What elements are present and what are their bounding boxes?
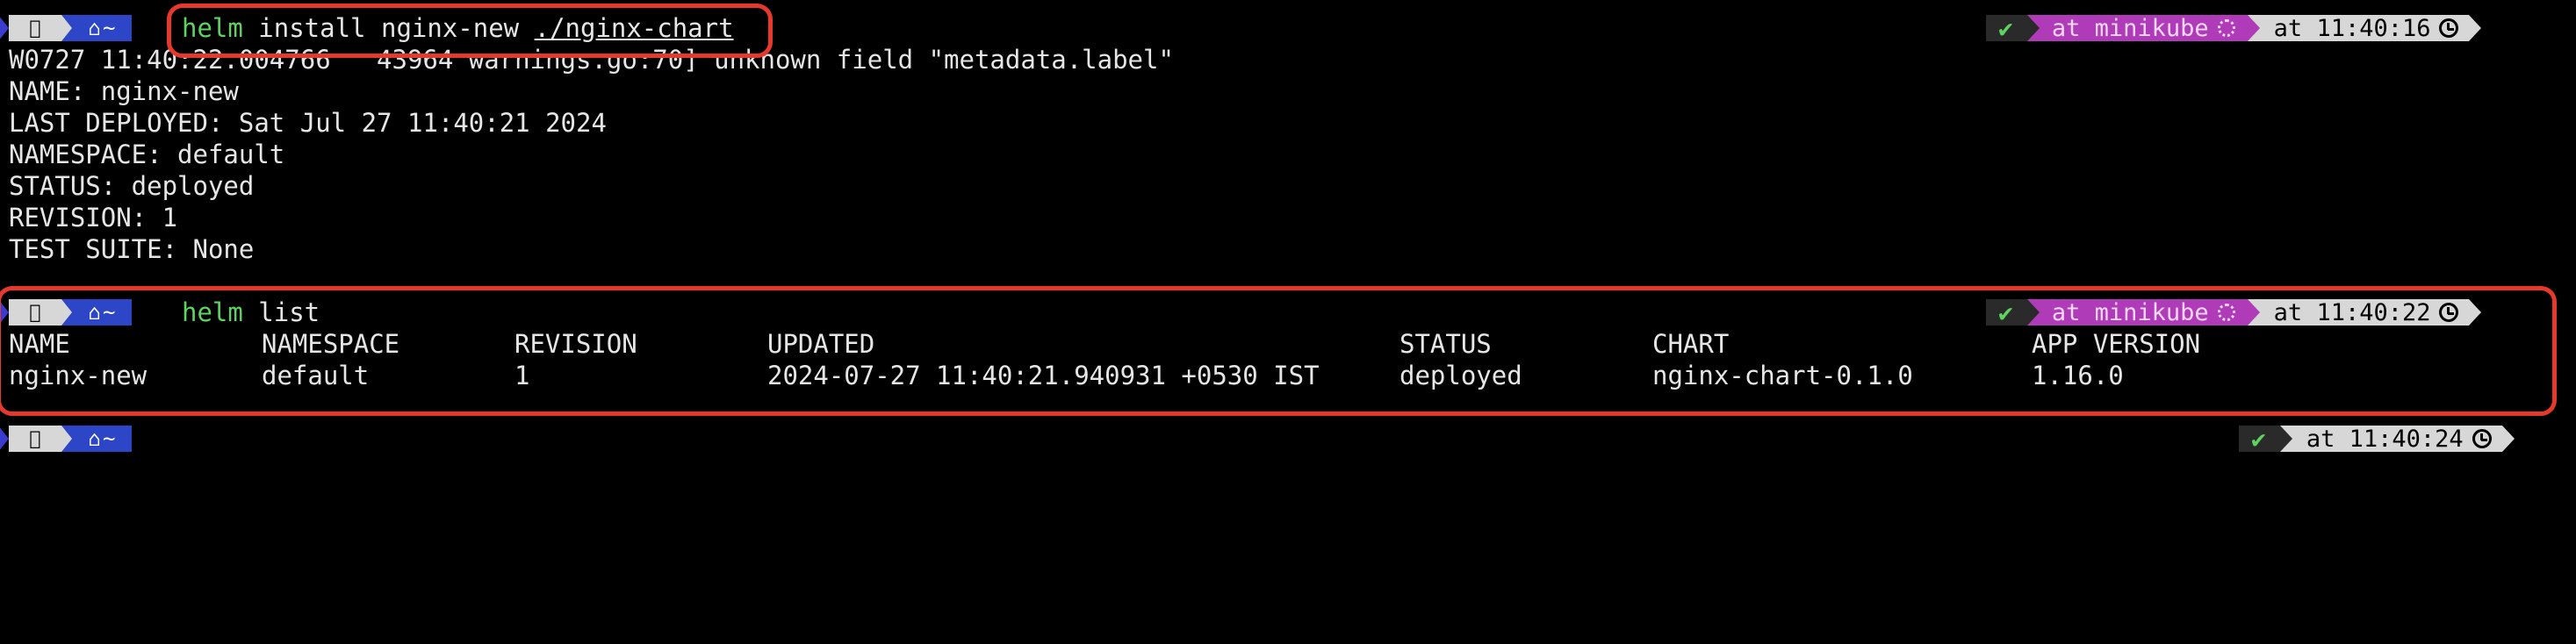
checkmark-icon: ✔ xyxy=(2239,425,2280,454)
table-header-row: NAME NAMESPACE REVISION UPDATED STATUS C… xyxy=(9,328,2555,360)
column-header: REVISION xyxy=(514,329,637,359)
command-keyword: helm xyxy=(182,297,243,327)
table-cell: 1 xyxy=(514,361,530,390)
table-cell: nginx-new xyxy=(9,361,148,390)
output-line: TEST SUITE: None xyxy=(9,234,255,264)
table-cell: default xyxy=(262,361,370,390)
command-input[interactable]: helm install nginx-new ./nginx-chart xyxy=(182,12,734,44)
table-row: nginx-new default 1 2024-07-27 11:40:21.… xyxy=(9,360,2555,391)
prompt-line-1:  ⌂~ helm install nginx-new ./nginx-char… xyxy=(0,12,2576,44)
right-prompt: ✔ at minikube at 11:40:22 xyxy=(1986,298,2482,327)
dir-label: ~ xyxy=(103,16,116,40)
checkmark-icon: ✔ xyxy=(1986,14,2027,43)
column-header: APP VERSION xyxy=(2032,329,2201,359)
output-line: REVISION: 1 xyxy=(9,203,178,233)
right-prompt: ✔ at minikube at 11:40:16 xyxy=(1986,14,2482,43)
left-prompt:  ⌂~ xyxy=(0,15,132,41)
table-cell: 2024-07-27 11:40:21.940931 +0530 IST xyxy=(767,361,1320,390)
timestamp: at 11:40:22 xyxy=(2247,298,2482,326)
apple-icon:  xyxy=(0,15,72,41)
table-cell: deployed xyxy=(1400,361,1522,390)
output-line: STATUS: deployed xyxy=(9,171,255,201)
table-cell: 1.16.0 xyxy=(2032,361,2124,390)
timestamp-label: at 11:40:24 xyxy=(2306,425,2464,453)
helm-wheel-icon xyxy=(2217,19,2235,37)
prompt-line-2:  ⌂~ helm list ✔ at minikube at 11:40:22 xyxy=(0,297,2576,328)
table-cell: nginx-chart-0.1.0 xyxy=(1652,361,1913,390)
home-segment: ⌂ ~ xyxy=(61,299,132,326)
home-icon: ⌂ xyxy=(88,300,101,325)
timestamp: at 11:40:16 xyxy=(2247,14,2482,42)
apple-icon:  xyxy=(0,426,72,452)
clock-icon xyxy=(2439,18,2459,38)
clock-icon xyxy=(2472,429,2492,448)
command-keyword: helm xyxy=(182,13,243,43)
prompt-line-3:  ⌂~ ✔ at 11:40:24 xyxy=(0,423,2576,454)
kube-context-label: at minikube xyxy=(2051,14,2209,42)
command-args: list xyxy=(242,297,320,327)
helm-list-table: NAME NAMESPACE REVISION UPDATED STATUS C… xyxy=(9,328,2555,391)
kube-context: at minikube xyxy=(2026,298,2248,326)
output-line: LAST DEPLOYED: Sat Jul 27 11:40:21 2024 xyxy=(9,108,607,138)
output-line: NAME: nginx-new xyxy=(9,76,239,106)
left-prompt:  ⌂~ xyxy=(0,426,132,452)
timestamp-label: at 11:40:22 xyxy=(2273,298,2431,326)
output-line: NAMESPACE: default xyxy=(9,140,285,169)
column-header: NAME xyxy=(9,329,70,359)
dir-label: ~ xyxy=(103,300,116,325)
home-segment: ⌂ ~ xyxy=(61,15,132,41)
output-line: W0727 11:40:22.004766 43964 warnings.go:… xyxy=(9,45,1174,75)
kube-context-label: at minikube xyxy=(2051,298,2209,326)
column-header: STATUS xyxy=(1400,329,1492,359)
kube-context: at minikube xyxy=(2026,14,2248,42)
home-icon: ⌂ xyxy=(88,426,101,451)
home-icon: ⌂ xyxy=(88,16,101,40)
command-path: ./nginx-chart xyxy=(534,13,734,43)
command-input[interactable] xyxy=(182,423,445,454)
command-args: install nginx-new xyxy=(242,13,535,43)
timestamp-label: at 11:40:16 xyxy=(2273,14,2431,42)
helm-wheel-icon xyxy=(2217,304,2235,321)
left-prompt:  ⌂~ xyxy=(0,299,132,326)
right-prompt: ✔ at 11:40:24 xyxy=(2239,425,2515,454)
apple-icon:  xyxy=(0,299,72,326)
timestamp: at 11:40:24 xyxy=(2279,425,2515,453)
dir-label: ~ xyxy=(103,426,116,451)
column-header: UPDATED xyxy=(767,329,875,359)
column-header: NAMESPACE xyxy=(262,329,400,359)
column-header: CHART xyxy=(1652,329,1730,359)
checkmark-icon: ✔ xyxy=(1986,298,2027,327)
command-input[interactable]: helm list xyxy=(182,297,320,328)
clock-icon xyxy=(2439,303,2459,322)
home-segment: ⌂ ~ xyxy=(61,426,132,452)
